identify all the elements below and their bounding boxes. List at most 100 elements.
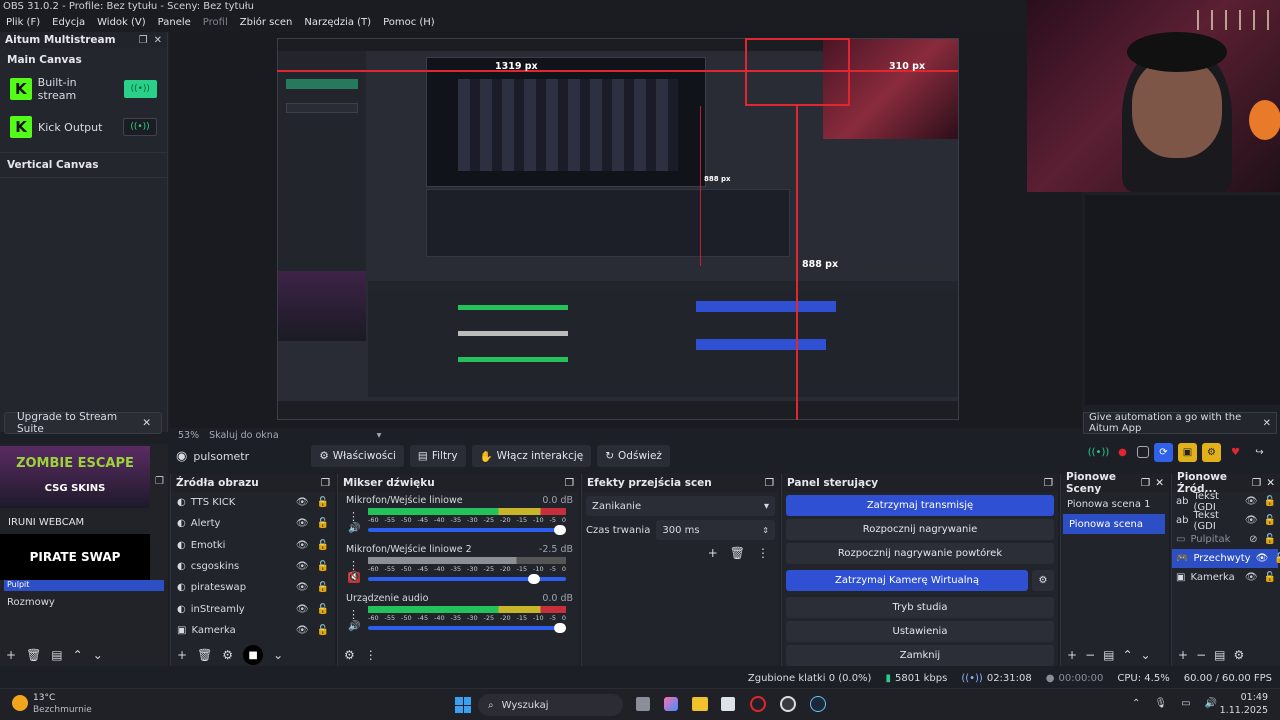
- start-recording-button[interactable]: Rozpocznij nagrywanie: [786, 519, 1054, 540]
- arrow-down-icon[interactable]: ⌄: [93, 648, 103, 662]
- vertical-scene-item[interactable]: Pionowa scena 1: [1061, 494, 1169, 514]
- stop-virtual-camera-button[interactable]: Zatrzymaj Kamerę Wirtualną: [786, 570, 1028, 591]
- steam-icon[interactable]: [810, 696, 826, 712]
- source-item[interactable]: ◐ TTS KICK 👁 🔓: [171, 492, 335, 513]
- float-icon[interactable]: ❐: [1141, 477, 1150, 489]
- stream-toggle-button[interactable]: ((•)): [123, 80, 157, 98]
- add-icon[interactable]: +: [1178, 648, 1188, 662]
- replay-icon[interactable]: ⟳: [1154, 442, 1173, 462]
- windows-start-icon[interactable]: [455, 697, 471, 713]
- automation-banner[interactable]: Give automation a go with the Aitum App …: [1083, 412, 1277, 434]
- opera-icon[interactable]: [750, 696, 766, 712]
- store-icon[interactable]: [721, 697, 735, 711]
- volume-slider[interactable]: [368, 623, 566, 633]
- record-icon[interactable]: ●: [1113, 443, 1132, 462]
- eye-icon[interactable]: 👁: [296, 604, 309, 615]
- remove-icon[interactable]: −: [1085, 648, 1095, 662]
- lock-icon[interactable]: 🔓: [1264, 572, 1276, 583]
- menu-dots-icon[interactable]: ⋮: [365, 648, 377, 662]
- gear-icon[interactable]: ⚙: [1233, 648, 1244, 662]
- volume-slider[interactable]: [368, 525, 566, 535]
- arrow-down-icon[interactable]: ⌄: [273, 648, 283, 662]
- advanced-audio-icon[interactable]: ⚙: [344, 648, 355, 662]
- remove-icon[interactable]: −: [1196, 648, 1206, 662]
- lock-icon[interactable]: 🔓: [317, 561, 329, 572]
- float-icon[interactable]: ❐: [155, 476, 164, 487]
- network-icon[interactable]: ▭: [1181, 698, 1190, 709]
- channel-menu-icon[interactable]: ⋮: [348, 510, 359, 523]
- source-item[interactable]: ▣ Kamerka 👁 🔓: [171, 620, 335, 641]
- arrow-up-icon[interactable]: ⌃: [73, 648, 83, 662]
- chevron-down-icon[interactable]: ▾: [377, 430, 382, 441]
- menu-profile[interactable]: Profil: [203, 17, 228, 30]
- float-icon[interactable]: ❐: [1252, 477, 1261, 489]
- close-icon[interactable]: ✕: [142, 417, 151, 429]
- eye-icon[interactable]: 👁: [296, 497, 309, 508]
- source-item[interactable]: ◐ pirateswap 👁 🔓: [171, 577, 335, 598]
- vertical-source-item[interactable]: 🎮 Przechwyty 👁 🔓: [1172, 549, 1280, 568]
- stop-streaming-button[interactable]: Zatrzymaj transmisję: [786, 495, 1054, 516]
- channel-menu-icon[interactable]: ⋮: [348, 559, 359, 572]
- close-icon[interactable]: ✕: [1266, 477, 1275, 489]
- filter-icon[interactable]: ▤: [51, 648, 62, 662]
- chevron-up-icon[interactable]: ⌃: [1132, 698, 1140, 709]
- eye-icon[interactable]: 👁: [296, 540, 309, 551]
- clock-date[interactable]: 1.11.2025: [1205, 705, 1268, 716]
- stream-toggle-button[interactable]: ((•)): [123, 118, 157, 136]
- filters-button[interactable]: ▤ Filtry: [409, 445, 466, 467]
- multistream-icon[interactable]: ((•)): [1088, 443, 1110, 462]
- lock-icon[interactable]: 🔓: [317, 582, 329, 593]
- close-icon[interactable]: ✕: [154, 35, 162, 46]
- eye-icon[interactable]: 👁: [296, 582, 309, 593]
- lock-icon[interactable]: 🔓: [1264, 515, 1276, 526]
- eye-icon[interactable]: 👁: [1256, 553, 1269, 564]
- menu-tools[interactable]: Narzędzia (T): [304, 17, 371, 30]
- exit-button[interactable]: Zamknij: [786, 645, 1054, 666]
- trash-icon[interactable]: 🗑: [730, 546, 745, 560]
- eye-icon[interactable]: 👁: [296, 625, 309, 636]
- eye-icon[interactable]: 👁: [1245, 496, 1258, 507]
- lock-icon[interactable]: 🔓: [317, 497, 329, 508]
- lock-icon[interactable]: 🔓: [1274, 553, 1280, 564]
- float-icon[interactable]: ❐: [565, 477, 574, 489]
- add-icon[interactable]: +: [708, 546, 718, 560]
- clock-time[interactable]: 01:49: [1220, 692, 1268, 703]
- menu-file[interactable]: Plik (F): [6, 17, 40, 30]
- float-icon[interactable]: ❐: [1044, 477, 1053, 489]
- chevron-icon[interactable]: ↪: [1250, 443, 1269, 462]
- eye-icon[interactable]: 👁: [1245, 515, 1258, 526]
- settings-gear-icon[interactable]: ⚙: [1202, 442, 1221, 462]
- source-item[interactable]: ◐ Emotki 👁 🔓: [171, 535, 335, 556]
- filter-icon[interactable]: ▤: [1103, 648, 1114, 662]
- filter-icon[interactable]: ▤: [1214, 648, 1225, 662]
- mic-icon[interactable]: 🎙: [1154, 698, 1167, 709]
- speaker-icon[interactable]: 🔊: [348, 621, 360, 632]
- lock-icon[interactable]: 🔓: [317, 604, 329, 615]
- properties-button[interactable]: ⚙ Właściwości: [311, 445, 404, 467]
- lock-icon[interactable]: 🔓: [317, 625, 329, 636]
- heart-icon[interactable]: ♥: [1226, 443, 1245, 462]
- file-explorer-icon[interactable]: [692, 697, 708, 711]
- volume-slider-knob[interactable]: [527, 574, 540, 584]
- scene-item[interactable]: Pulpit: [4, 580, 164, 591]
- vertical-source-item[interactable]: ab Tekst (GDI 👁 🔓: [1172, 510, 1280, 532]
- menu-scene-collection[interactable]: Zbiór scen: [240, 17, 293, 30]
- task-view-icon[interactable]: [636, 697, 650, 711]
- upgrade-banner[interactable]: Upgrade to Stream Suite ✕: [4, 411, 162, 435]
- close-icon[interactable]: ✕: [1155, 477, 1164, 489]
- menu-view[interactable]: Widok (V): [97, 17, 146, 30]
- float-icon[interactable]: ❐: [139, 35, 148, 46]
- speaker-icon[interactable]: 🔊: [348, 523, 360, 534]
- volume-slider[interactable]: [368, 574, 566, 584]
- eye-off-icon[interactable]: ⊘: [1249, 534, 1257, 545]
- source-item[interactable]: ◐ csgoskins 👁 🔓: [171, 556, 335, 577]
- menu-edit[interactable]: Edycja: [52, 17, 85, 30]
- float-icon[interactable]: ❐: [321, 477, 330, 489]
- trash-icon[interactable]: 🗑: [26, 648, 41, 662]
- duration-spinbox[interactable]: 300 ms ⇕: [656, 520, 775, 540]
- menu-help[interactable]: Pomoc (H): [383, 17, 435, 30]
- vertical-source-item[interactable]: ▣ Kamerka 👁 🔓: [1172, 568, 1280, 587]
- arrow-up-icon[interactable]: ⌃: [1122, 648, 1132, 662]
- copilot-icon[interactable]: [664, 697, 678, 711]
- gear-icon[interactable]: ⚙: [1032, 570, 1054, 591]
